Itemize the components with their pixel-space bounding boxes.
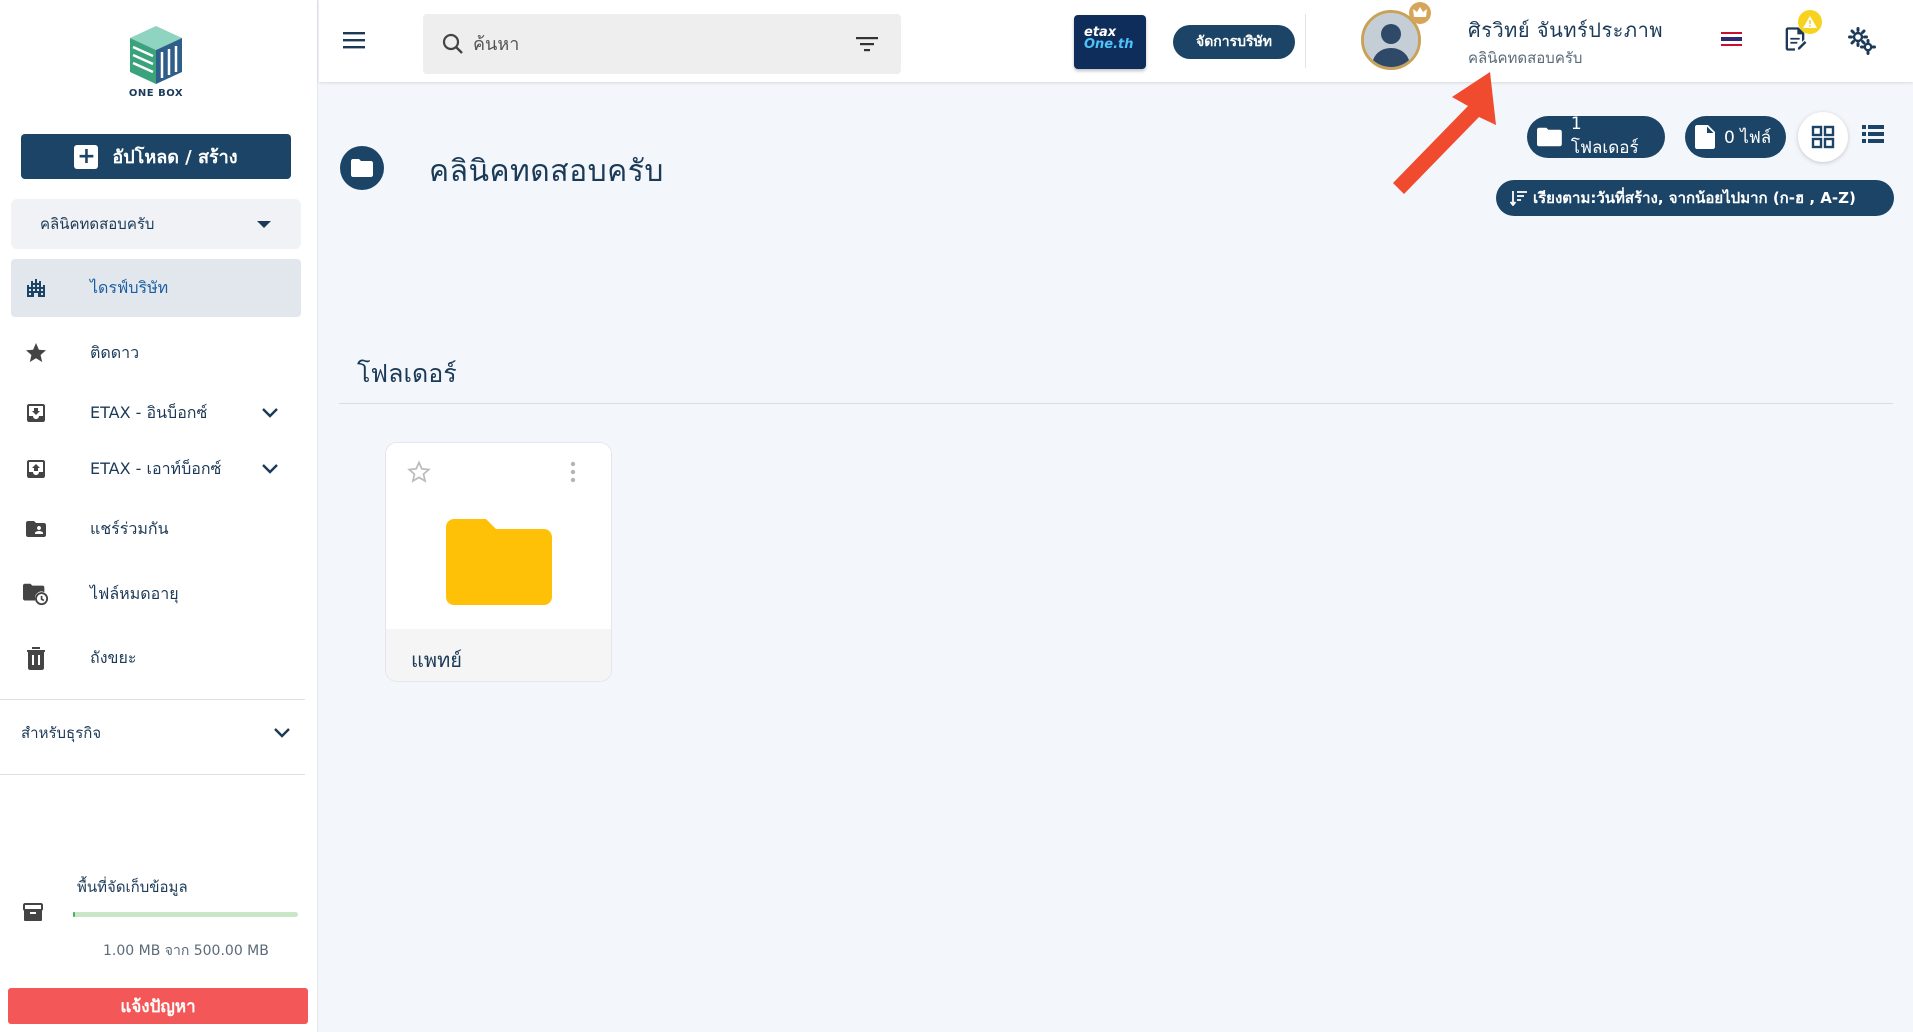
sidebar-item-label: ไฟล์หมดอายุ	[90, 583, 179, 603]
storage-title: พื้นที่จัดเก็บข้อมูล	[77, 878, 188, 896]
sidebar-item-label: ถังขยะ	[90, 647, 137, 667]
upload-create-label: อัปโหลด / สร้าง	[112, 147, 238, 168]
sort-label: เรียงตาม:วันที่สร้าง, จากน้อยไปมาก (ก-ฮ …	[1533, 189, 1856, 207]
list-view-icon[interactable]	[1862, 124, 1884, 144]
plus-icon: +	[74, 144, 99, 169]
upload-create-button[interactable]: + อัปโหลด / สร้าง	[21, 134, 291, 179]
folder-card[interactable]: แพทย์	[385, 442, 612, 682]
brand-name: ONE BOX	[128, 88, 184, 99]
inbox-upload-icon	[23, 456, 49, 482]
sidebar-item-label: แชร์ร่วมกัน	[90, 518, 169, 538]
grid-view-icon	[1811, 125, 1835, 149]
sidebar-item-company-drive[interactable]: ไดรฟ์บริษัท	[11, 259, 301, 317]
storage-progress-bar	[73, 912, 298, 917]
onebox-logo[interactable]: ONE BOX	[118, 22, 194, 106]
folder-card-footer: แพทย์	[386, 629, 611, 681]
folder-name: แพทย์	[411, 648, 462, 672]
etax-logo-line2: One.th	[1084, 37, 1134, 52]
sidebar-divider	[0, 699, 305, 700]
user-company: คลินิคทดสอบครับ	[1468, 49, 1583, 67]
section-title-folders: โฟลเดอร์	[357, 359, 457, 388]
folder-card-thumbnail	[386, 443, 611, 629]
user-silhouette-icon	[1364, 13, 1418, 67]
storage-progress-fill	[73, 912, 76, 917]
sidebar-item-etax-inbox[interactable]: ETAX - อินบ็อกซ์	[11, 384, 301, 442]
file-count-button[interactable]: 0 ไฟล์	[1685, 116, 1786, 158]
business-section-toggle[interactable]: สำหรับธุรกิจ	[21, 713, 291, 753]
search-icon	[442, 33, 463, 54]
star-icon	[23, 340, 49, 366]
sidebar-item-trash[interactable]: ถังขยะ	[11, 629, 301, 687]
file-icon	[1695, 125, 1715, 149]
sidebar: ONE BOX + อัปโหลด / สร้าง คลินิคทดสอบครั…	[0, 0, 318, 1032]
shared-folder-icon	[23, 516, 49, 542]
star-outline-icon[interactable]	[406, 459, 432, 485]
sidebar-item-label: ไดรฟ์บริษัท	[90, 277, 169, 297]
sidebar-item-expired-files[interactable]: ไฟล์หมดอายุ	[11, 565, 301, 623]
company-select-value: คลินิคทดสอบครับ	[40, 215, 155, 233]
main-content: คลินิคทดสอบครับ 1 โฟลเดอร์ 0 ไฟล์ เรียงต…	[319, 82, 1913, 1032]
sidebar-item-starred[interactable]: ติดดาว	[11, 324, 301, 382]
sidebar-divider	[0, 774, 305, 775]
more-vertical-icon[interactable]	[569, 461, 577, 483]
search-input[interactable]	[473, 33, 833, 55]
folder-icon	[1537, 127, 1562, 147]
expired-file-icon	[23, 581, 49, 607]
onebox-logo-icon	[130, 26, 182, 84]
folder-icon	[446, 519, 552, 605]
storage-usage-text: 1.00 MB จาก 500.00 MB	[103, 943, 269, 959]
sidebar-item-label: ETAX - อินบ็อกซ์	[90, 402, 208, 422]
business-label: สำหรับธุรกิจ	[21, 724, 102, 742]
folder-count-button[interactable]: 1 โฟลเดอร์	[1527, 113, 1665, 158]
user-name: ศิรวิทย์ จันทร์ประภาพ	[1468, 18, 1664, 42]
sidebar-item-label: ติดดาว	[90, 342, 140, 362]
filter-icon[interactable]	[855, 35, 879, 53]
inbox-download-icon	[23, 400, 49, 426]
folder-count-label: 1 โฟลเดอร์	[1570, 113, 1639, 158]
settings-gears-icon[interactable]	[1847, 26, 1877, 56]
hamburger-menu-icon[interactable]	[341, 28, 369, 52]
crown-icon	[1409, 2, 1431, 24]
sidebar-item-etax-outbox[interactable]: ETAX - เอาท์บ็อกซ์	[11, 440, 301, 498]
company-select[interactable]: คลินิคทดสอบครับ	[11, 199, 301, 249]
app-root: ONE BOX + อัปโหลด / สร้าง คลินิคทดสอบครั…	[0, 0, 1913, 1032]
storage-tray-icon	[23, 903, 43, 921]
report-problem-button[interactable]: แจ้งปัญหา	[8, 988, 308, 1024]
grid-view-button[interactable]	[1798, 112, 1848, 162]
topbar-divider	[1305, 14, 1306, 68]
warning-badge-icon	[1798, 10, 1822, 34]
annotation-arrow	[1393, 72, 1496, 194]
section-divider	[339, 403, 1893, 404]
etax-one-logo[interactable]: etax One.th	[1074, 15, 1146, 69]
sidebar-item-label: ETAX - เอาท์บ็อกซ์	[90, 458, 222, 478]
thai-flag-icon[interactable]	[1721, 32, 1742, 46]
caret-down-icon	[257, 220, 271, 228]
chevron-down-icon[interactable]	[261, 463, 279, 475]
storage-widget: พื้นที่จัดเก็บข้อมูล 1.00 MB จาก 500.00 …	[21, 870, 301, 970]
file-count-label: 0 ไฟล์	[1724, 127, 1772, 148]
sort-button[interactable]: เรียงตาม:วันที่สร้าง, จากน้อยไปมาก (ก-ฮ …	[1496, 180, 1894, 216]
page-title: คลินิคทดสอบครับ	[429, 154, 664, 189]
current-folder-icon	[340, 146, 384, 190]
sidebar-item-shared[interactable]: แชร์ร่วมกัน	[11, 500, 301, 558]
topbar: etax One.th จัดการบริษัท ศิรวิทย์ จันทร์…	[319, 0, 1913, 82]
building-icon	[23, 275, 49, 301]
chevron-down-icon[interactable]	[261, 407, 279, 419]
chevron-down-icon	[274, 728, 290, 738]
trash-icon	[23, 645, 49, 671]
search-bar	[423, 14, 901, 74]
manage-company-button[interactable]: จัดการบริษัท	[1173, 25, 1295, 59]
